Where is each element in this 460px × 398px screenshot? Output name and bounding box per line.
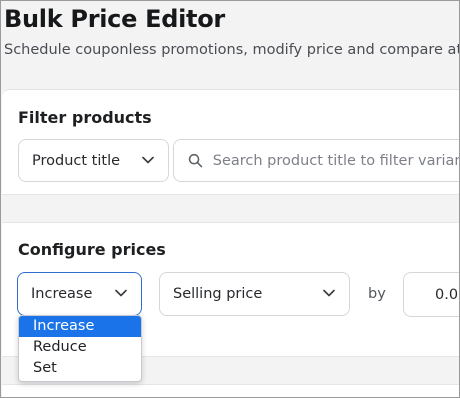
- chevron-down-icon: [115, 289, 127, 297]
- dropdown-option-increase[interactable]: Increase: [19, 316, 141, 337]
- amount-input-value: 0.00: [435, 286, 459, 303]
- chevron-down-icon: [323, 289, 335, 297]
- price-action-dropdown-menu: Increase Reduce Set: [18, 315, 142, 382]
- app-window: Bulk Price Editor Schedule couponless pr…: [0, 0, 460, 398]
- configure-section-title: Configure prices: [18, 240, 166, 259]
- section-divider: [2, 384, 459, 385]
- filter-field-select-value: Product title: [32, 152, 121, 169]
- page-title: Bulk Price Editor: [4, 5, 225, 33]
- section-gap: [2, 195, 459, 222]
- chevron-down-icon: [142, 156, 154, 164]
- section-divider: [2, 222, 459, 223]
- product-search-input[interactable]: [212, 152, 459, 169]
- page-subtitle: Schedule couponless promotions, modify p…: [4, 42, 460, 58]
- dropdown-option-set[interactable]: Set: [19, 358, 141, 379]
- by-label: by: [368, 286, 386, 302]
- price-type-select-value: Selling price: [173, 286, 263, 302]
- search-icon: [188, 153, 203, 168]
- filter-section-title: Filter products: [18, 108, 152, 127]
- dropdown-option-reduce[interactable]: Reduce: [19, 337, 141, 358]
- product-search-field[interactable]: [173, 139, 459, 182]
- price-type-select[interactable]: Selling price: [159, 272, 350, 316]
- amount-input[interactable]: 0.00: [403, 272, 459, 317]
- price-action-select-value: Increase: [31, 286, 93, 302]
- price-action-select[interactable]: Increase: [17, 272, 142, 316]
- filter-field-select[interactable]: Product title: [18, 139, 169, 182]
